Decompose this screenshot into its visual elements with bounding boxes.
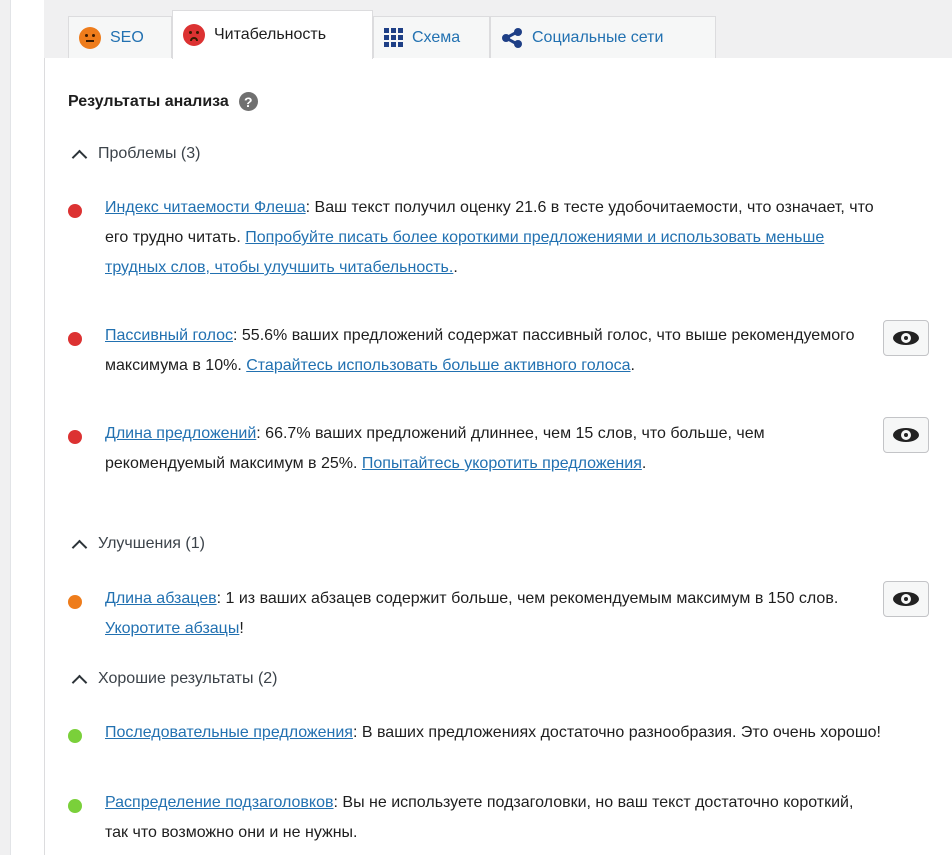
analysis-item-text: Распределение подзаголовков: Вы не испол… <box>105 788 875 848</box>
group-toggle-problems[interactable]: Проблемы (3) <box>71 145 201 165</box>
sentence-length-link[interactable]: Длина предложений <box>105 425 256 442</box>
flesch-punctuation: . <box>453 259 458 276</box>
analysis-item-text: Последовательные предложения: В ваших пр… <box>105 718 895 748</box>
sentence-length-advice-link[interactable]: Попытайтесь укоротить предложения <box>362 455 642 472</box>
paragraph-length-punctuation: ! <box>239 620 244 637</box>
flesch-link[interactable]: Индекс читаемости Флеша <box>105 199 306 216</box>
tab-readability-label: Читабельность <box>214 26 327 43</box>
eye-icon <box>893 428 919 442</box>
tab-schema[interactable]: Схема <box>373 16 490 58</box>
tab-social[interactable]: Социальные сети <box>490 16 716 58</box>
passive-voice-advice-link[interactable]: Старайтесь использовать больше активного… <box>246 357 630 374</box>
orange-face-icon <box>79 26 101 49</box>
tab-social-label: Социальные сети <box>532 28 664 46</box>
passive-voice-link[interactable]: Пассивный голос <box>105 327 233 344</box>
highlight-eye-button[interactable] <box>883 581 929 617</box>
sad-red-face-icon <box>183 24 205 46</box>
group-title-improvements: Улучшения (1) <box>98 535 205 552</box>
analysis-item-text: Длина предложений: 66.7% ваших предложен… <box>105 419 875 479</box>
group-toggle-improvements[interactable]: Улучшения (1) <box>71 535 205 555</box>
left-edge <box>0 0 11 855</box>
subheading-distribution-link[interactable]: Распределение подзаголовков <box>105 794 334 811</box>
analysis-item-text: Пассивный голос: 55.6% ваших предложений… <box>105 321 875 381</box>
group-title-problems: Проблемы (3) <box>98 145 201 162</box>
passive-voice-punctuation: . <box>630 357 635 374</box>
problem-status-dot <box>68 430 82 444</box>
chevron-up-icon <box>71 674 88 690</box>
group-toggle-good[interactable]: Хорошие результаты (2) <box>71 670 278 690</box>
sentence-length-punctuation: . <box>641 455 647 472</box>
eye-icon <box>893 592 919 606</box>
paragraph-length-link[interactable]: Длина абзацев <box>105 590 217 607</box>
tab-schema-label: Схема <box>412 28 461 46</box>
analysis-heading: Результаты анализа ? <box>68 92 258 111</box>
analysis-heading-text: Результаты анализа <box>68 92 229 110</box>
tab-readability[interactable]: Читабельность <box>172 10 373 59</box>
tab-seo[interactable]: SEO <box>68 16 172 58</box>
analysis-item-text: Длина абзацев: 1 из ваших абзацев содерж… <box>105 584 875 644</box>
problem-status-dot <box>68 204 82 218</box>
grid-icon <box>384 28 403 47</box>
highlight-eye-button[interactable] <box>883 320 929 356</box>
share-icon <box>501 27 523 48</box>
paragraph-length-description: : 1 из ваших абзацев содержит больше, че… <box>216 590 839 607</box>
chevron-up-icon <box>71 149 88 165</box>
chevron-up-icon <box>71 539 88 555</box>
help-icon[interactable]: ? <box>238 92 258 111</box>
consecutive-sentences-link[interactable]: Последовательные предложения <box>105 724 353 741</box>
improvement-status-dot <box>68 595 82 609</box>
good-status-dot <box>68 729 82 743</box>
good-status-dot <box>68 799 82 813</box>
analysis-item-text: Индекс читаемости Флеша: Ваш текст получ… <box>105 193 875 283</box>
consecutive-sentences-description: : В ваших предложениях достаточно разноо… <box>352 724 881 741</box>
tab-seo-label: SEO <box>110 28 144 46</box>
highlight-eye-button[interactable] <box>883 417 929 453</box>
group-title-good: Хорошие результаты (2) <box>98 670 278 687</box>
eye-icon <box>893 331 919 345</box>
problem-status-dot <box>68 332 82 346</box>
paragraph-length-advice-link[interactable]: Укоротите абзацы <box>105 620 239 637</box>
